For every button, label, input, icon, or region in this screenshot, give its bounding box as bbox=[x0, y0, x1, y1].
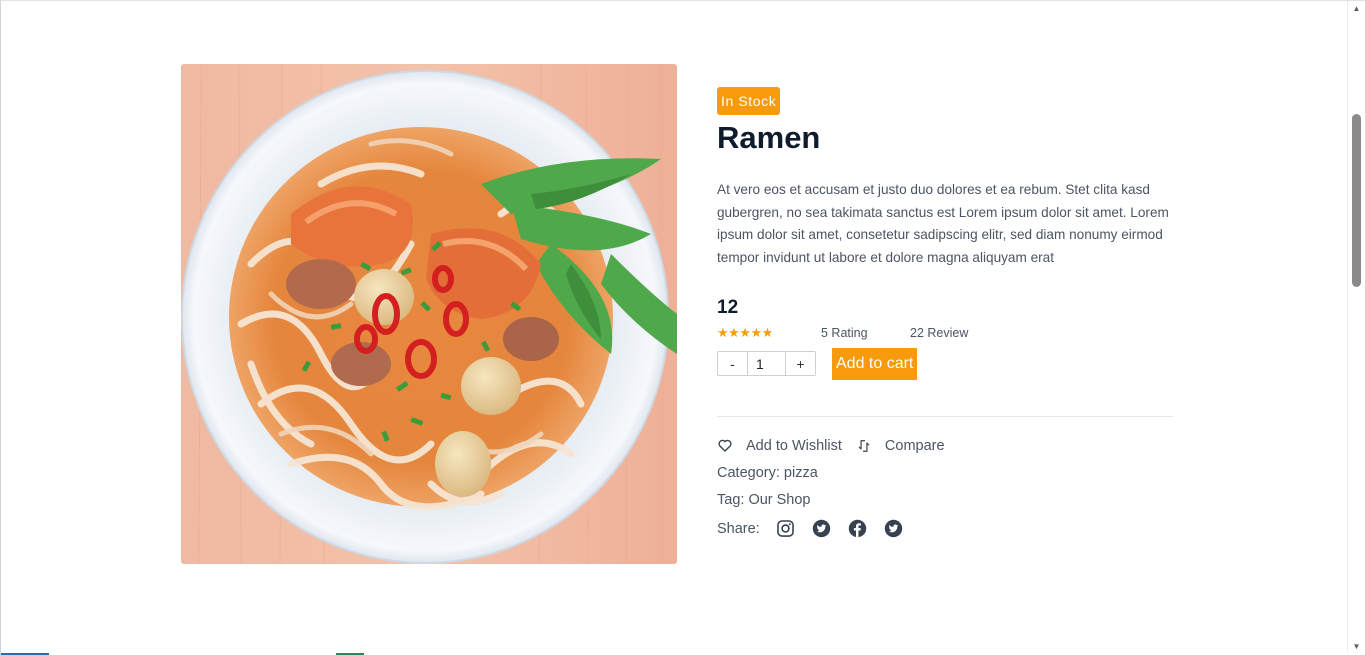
product-description: At vero eos et accusam et justo duo dolo… bbox=[717, 182, 1169, 266]
facebook-icon[interactable] bbox=[848, 519, 868, 539]
product-price: 12 bbox=[717, 296, 739, 318]
quantity-stepper: - + bbox=[717, 351, 816, 377]
add-to-cart-button[interactable]: Add to cart bbox=[832, 347, 918, 380]
scroll-down-arrow-icon[interactable]: ▼ bbox=[1348, 640, 1365, 654]
decrement-button[interactable]: - bbox=[718, 352, 747, 376]
scroll-thumb[interactable] bbox=[1352, 114, 1361, 287]
bottom-edge-strip bbox=[1, 652, 1350, 655]
tag-prefix: Tag: bbox=[717, 491, 749, 508]
quantity-input[interactable] bbox=[747, 352, 786, 376]
category-line: Category: pizza bbox=[717, 464, 1173, 482]
vertical-scrollbar[interactable]: ▲ ▼ bbox=[1347, 1, 1365, 655]
share-row: Share: bbox=[717, 519, 1173, 539]
tag-link[interactable]: Our Shop bbox=[748, 492, 810, 508]
stock-badge: In Stock bbox=[717, 87, 781, 115]
product-details: In Stock Ramen At vero eos et accusam et… bbox=[717, 87, 1173, 539]
review-count[interactable]: 22 Review bbox=[910, 326, 968, 340]
twitter-icon[interactable] bbox=[812, 519, 832, 539]
actions-row: Add to Wishlist Compare bbox=[717, 437, 1173, 455]
twitter-icon[interactable] bbox=[884, 519, 904, 539]
rating-count: 5 Rating bbox=[821, 325, 868, 340]
increment-button[interactable]: + bbox=[786, 352, 815, 376]
product-title: Ramen bbox=[717, 120, 821, 155]
heart-icon[interactable] bbox=[717, 438, 733, 454]
star-rating: ★★★★★ bbox=[717, 324, 773, 340]
scroll-up-arrow-icon[interactable]: ▲ bbox=[1348, 2, 1365, 16]
product-image bbox=[181, 64, 677, 564]
rating-row: ★★★★★ 5 Rating 22 Review bbox=[717, 324, 1173, 342]
wishlist-link[interactable]: Add to Wishlist bbox=[746, 438, 842, 454]
share-label: Share: bbox=[717, 520, 760, 537]
category-link[interactable]: pizza bbox=[784, 465, 818, 481]
divider bbox=[717, 415, 1173, 417]
compare-icon[interactable] bbox=[856, 438, 872, 454]
ramen-photo bbox=[181, 64, 677, 564]
share-icons bbox=[776, 519, 920, 539]
page-viewport: In Stock Ramen At vero eos et accusam et… bbox=[0, 0, 1366, 656]
cart-row: - + Add to cart bbox=[717, 347, 1173, 380]
compare-link[interactable]: Compare bbox=[885, 438, 945, 454]
category-prefix: Category: bbox=[717, 464, 784, 481]
instagram-icon[interactable] bbox=[776, 519, 796, 539]
tag-line: Tag: Our Shop bbox=[717, 491, 1173, 509]
